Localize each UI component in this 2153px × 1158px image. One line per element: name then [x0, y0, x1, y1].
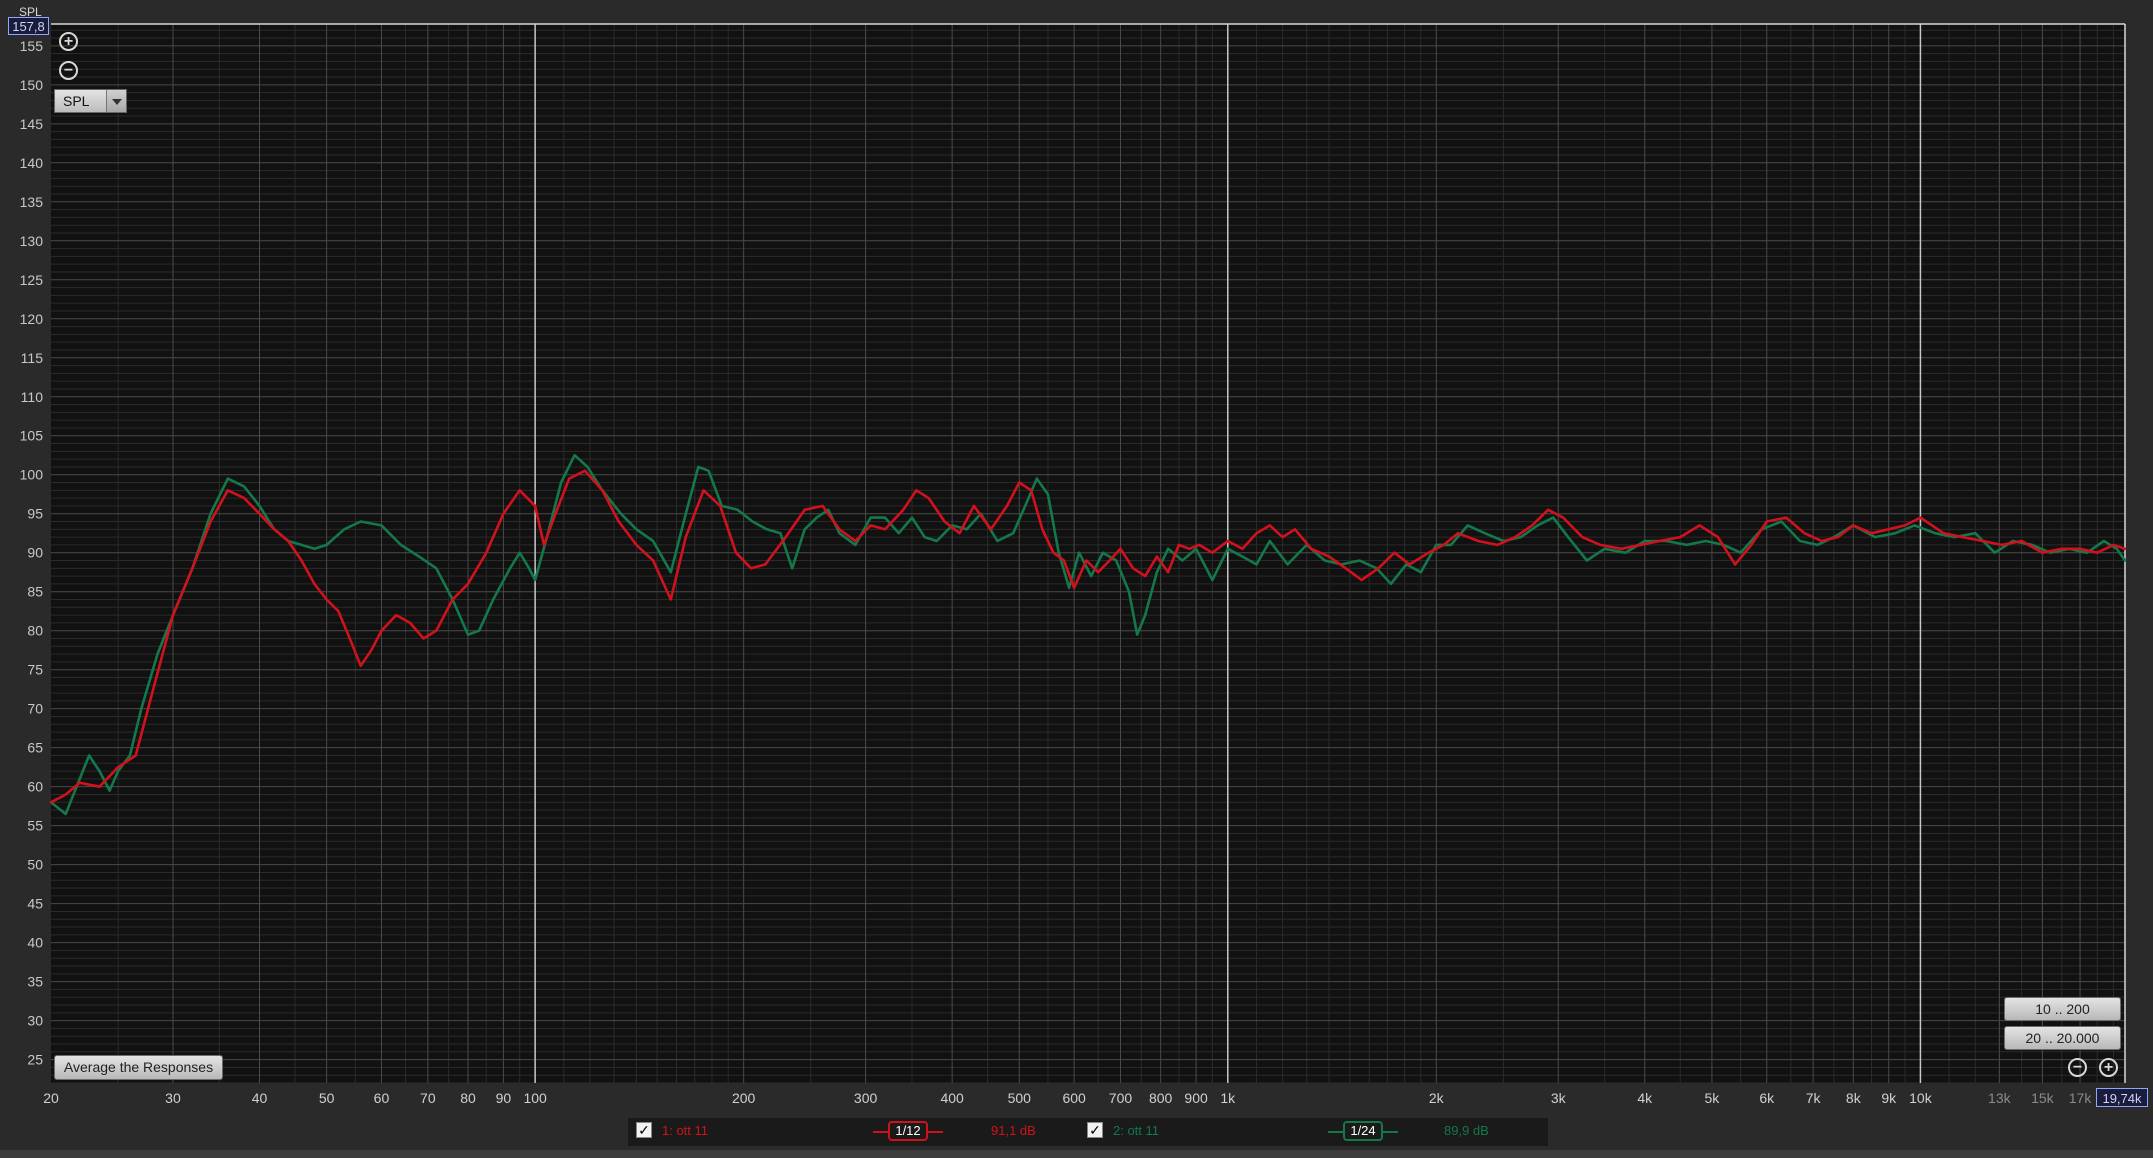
y-tick-label: 145 — [20, 116, 44, 132]
x-tick-label: 30 — [165, 1090, 181, 1106]
zoom-in-icon[interactable]: + — [59, 32, 78, 51]
average-responses-button[interactable]: Average the Responses — [54, 1055, 223, 1080]
y-tick-label: 55 — [27, 818, 43, 834]
y-tick-label: 50 — [27, 857, 43, 873]
y-tick-label: 100 — [20, 467, 44, 483]
x-tick-label: 6k — [1759, 1090, 1775, 1106]
y-tick-label: 85 — [27, 584, 43, 600]
x-tick-label: 800 — [1149, 1090, 1173, 1106]
x-tick-label: 8k — [1846, 1090, 1862, 1106]
x-tick-label: 1k — [1220, 1090, 1236, 1106]
x-tick-label: 70 — [420, 1090, 436, 1106]
series2-level: 89,9 dB — [1444, 1123, 1489, 1138]
y-tick-label: 95 — [27, 506, 43, 522]
x-tick-label: 20 — [43, 1090, 59, 1106]
series1-name: 1: ott 11 — [662, 1123, 709, 1138]
series1-checkbox[interactable]: ✓ — [636, 1122, 652, 1138]
y-tick-label: 90 — [27, 545, 43, 561]
series2-smoothing: 1/24 — [1350, 1123, 1376, 1138]
x-tick-label: 10k — [1909, 1090, 1933, 1106]
x-tick-label: 900 — [1184, 1090, 1208, 1106]
x-tick-label: 50 — [319, 1090, 335, 1106]
y-tick-label: 35 — [27, 974, 43, 990]
y-tick-label: 80 — [27, 623, 43, 639]
series1-smoothing: 1/12 — [895, 1123, 921, 1138]
x-zoom-out-icon[interactable]: − — [2068, 1058, 2087, 1077]
x-tick-label: 15k — [2031, 1090, 2055, 1106]
x-tick-label: 600 — [1062, 1090, 1086, 1106]
chevron-down-icon[interactable] — [106, 90, 126, 112]
x-tick-label: 4k — [1637, 1090, 1653, 1106]
range-20-20000-button[interactable]: 20 .. 20.000 — [2004, 1026, 2121, 1050]
x-tick-label: 5k — [1705, 1090, 1721, 1106]
y-tick-label: 135 — [20, 194, 44, 210]
y-tick-label: 60 — [27, 779, 43, 795]
x-tick-label: 90 — [496, 1090, 512, 1106]
y-tick-label: 110 — [21, 389, 44, 405]
y-tick-label: 65 — [27, 740, 43, 756]
x-tick-label: 17k — [2069, 1090, 2093, 1106]
y-tick-label: 120 — [20, 311, 44, 327]
legend-bar: ✓ 1: ott 11 1/12 91,1 dB ✓ 2: ott 11 1/2… — [628, 1118, 1548, 1146]
y-tick-label: 150 — [20, 77, 44, 93]
y-tick-label: 140 — [20, 155, 44, 171]
y-tick-label: 25 — [27, 1052, 43, 1068]
y-tick-label: 45 — [27, 896, 43, 912]
x-tick-label: 500 — [1008, 1090, 1032, 1106]
spl-unit-select[interactable]: SPL — [54, 89, 127, 113]
y-tick-label: 70 — [27, 701, 43, 717]
y-tick-label: 75 — [27, 662, 43, 678]
series1-smoothing-badge[interactable]: 1/12 — [888, 1121, 928, 1141]
x-tick-label: 13k — [1988, 1090, 2012, 1106]
x-tick-label: 80 — [460, 1090, 476, 1106]
x-tick-label: 3k — [1551, 1090, 1567, 1106]
series1-level: 91,1 dB — [991, 1123, 1036, 1138]
y-tick-label: 155 — [20, 38, 44, 54]
y-axis-top-value-field[interactable]: 157,8 — [8, 17, 49, 35]
x-tick-label: 40 — [252, 1090, 268, 1106]
series2-checkbox[interactable]: ✓ — [1087, 1122, 1103, 1138]
x-tick-label: 700 — [1109, 1090, 1133, 1106]
y-tick-label: 40 — [27, 935, 43, 951]
x-tick-label: 9k — [1881, 1090, 1897, 1106]
series2-name: 2: ott 11 — [1113, 1123, 1160, 1138]
series2-smoothing-badge[interactable]: 1/24 — [1343, 1121, 1383, 1141]
x-tick-label: 200 — [732, 1090, 756, 1106]
x-tick-label: 7k — [1806, 1090, 1822, 1106]
y-tick-label: 30 — [27, 1013, 43, 1029]
x-zoom-in-icon[interactable]: + — [2099, 1058, 2118, 1077]
x-tick-label: 2k — [1429, 1090, 1445, 1106]
x-axis-right-value-field[interactable]: 19,74k — [2096, 1088, 2148, 1107]
range-10-200-button[interactable]: 10 .. 200 — [2004, 997, 2121, 1021]
spl-frequency-chart[interactable]: 25 30 35 40 45 50 55 60 65 70 75 80 85 90 95 100 105 110 1… — [0, 0, 2153, 1158]
x-tick-label: 60 — [374, 1090, 390, 1106]
spl-select-value: SPL — [63, 93, 90, 109]
y-tick-label: 125 — [20, 272, 44, 288]
status-strip — [0, 1150, 2153, 1158]
y-tick-label: 130 — [20, 233, 44, 249]
x-tick-label: 400 — [940, 1090, 964, 1106]
y-tick-label: 115 — [21, 350, 44, 366]
plot-area — [51, 24, 2125, 1083]
rew-spl-graph-window: 25 30 35 40 45 50 55 60 65 70 75 80 85 90 95 100 105 110 1… — [0, 0, 2153, 1158]
x-tick-label: 100 — [523, 1090, 547, 1106]
x-tick-label: 300 — [854, 1090, 878, 1106]
y-tick-label: 105 — [20, 428, 44, 444]
zoom-out-icon[interactable]: − — [59, 61, 78, 80]
